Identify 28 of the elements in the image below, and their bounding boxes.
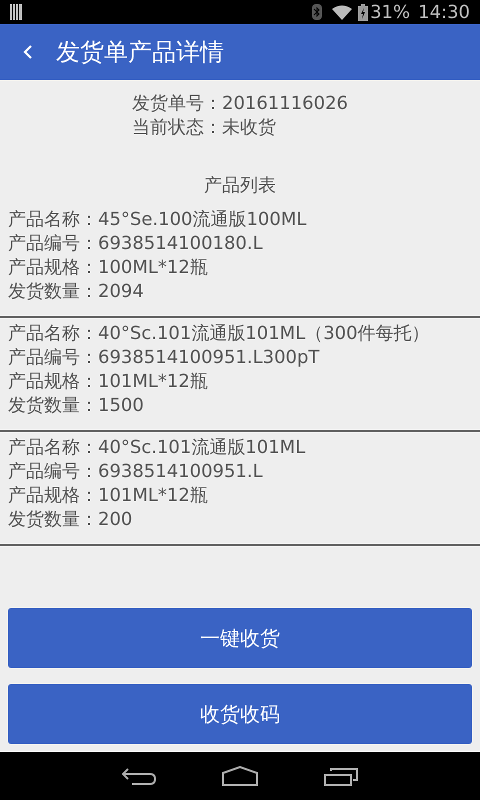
- product-detail: 产品编号：6938514100180.L: [8, 232, 264, 256]
- screen-title: 发货单产品详情: [56, 37, 224, 68]
- product-detail: 产品名称：45°Se.100流通版100ML: [8, 208, 308, 232]
- action-button[interactable]: 收货收码: [8, 684, 472, 744]
- product-detail: 产品名称：40°Sc.101流通版101ML: [8, 436, 306, 460]
- wifi-icon: [332, 4, 352, 20]
- product-detail: 发货数量：2094: [8, 280, 145, 304]
- product-detail: 发货数量：1500: [8, 394, 145, 418]
- product-detail: 产品规格：101ML*12瓶: [8, 484, 209, 508]
- back-icon[interactable]: [23, 44, 33, 60]
- action-button[interactable]: 一键收货: [8, 608, 472, 668]
- notification-icon: [10, 4, 22, 20]
- battery-percent: 31%: [370, 0, 410, 24]
- back-icon[interactable]: [122, 766, 156, 786]
- product-detail: 产品规格：100ML*12瓶: [8, 256, 209, 280]
- recent-apps-icon[interactable]: [324, 766, 358, 786]
- bluetooth-icon: [312, 4, 322, 20]
- home-icon[interactable]: [222, 766, 258, 786]
- list-title: 产品列表: [204, 174, 276, 198]
- product-detail: 产品规格：101ML*12瓶: [8, 370, 209, 394]
- order-status: 当前状态：未收货: [132, 116, 277, 140]
- order-number: 发货单号：20161116026: [132, 92, 348, 116]
- battery-icon: [358, 4, 368, 20]
- product-detail: 产品编号：6938514100951.L: [8, 460, 264, 484]
- product-detail: 产品名称：40°Sc.101流通版101ML（300件每托）: [8, 322, 431, 346]
- product-detail: 产品编号：6938514100951.L300pT: [8, 346, 320, 370]
- product-detail: 发货数量：200: [8, 508, 134, 532]
- clock-time: 14:30: [418, 0, 470, 24]
